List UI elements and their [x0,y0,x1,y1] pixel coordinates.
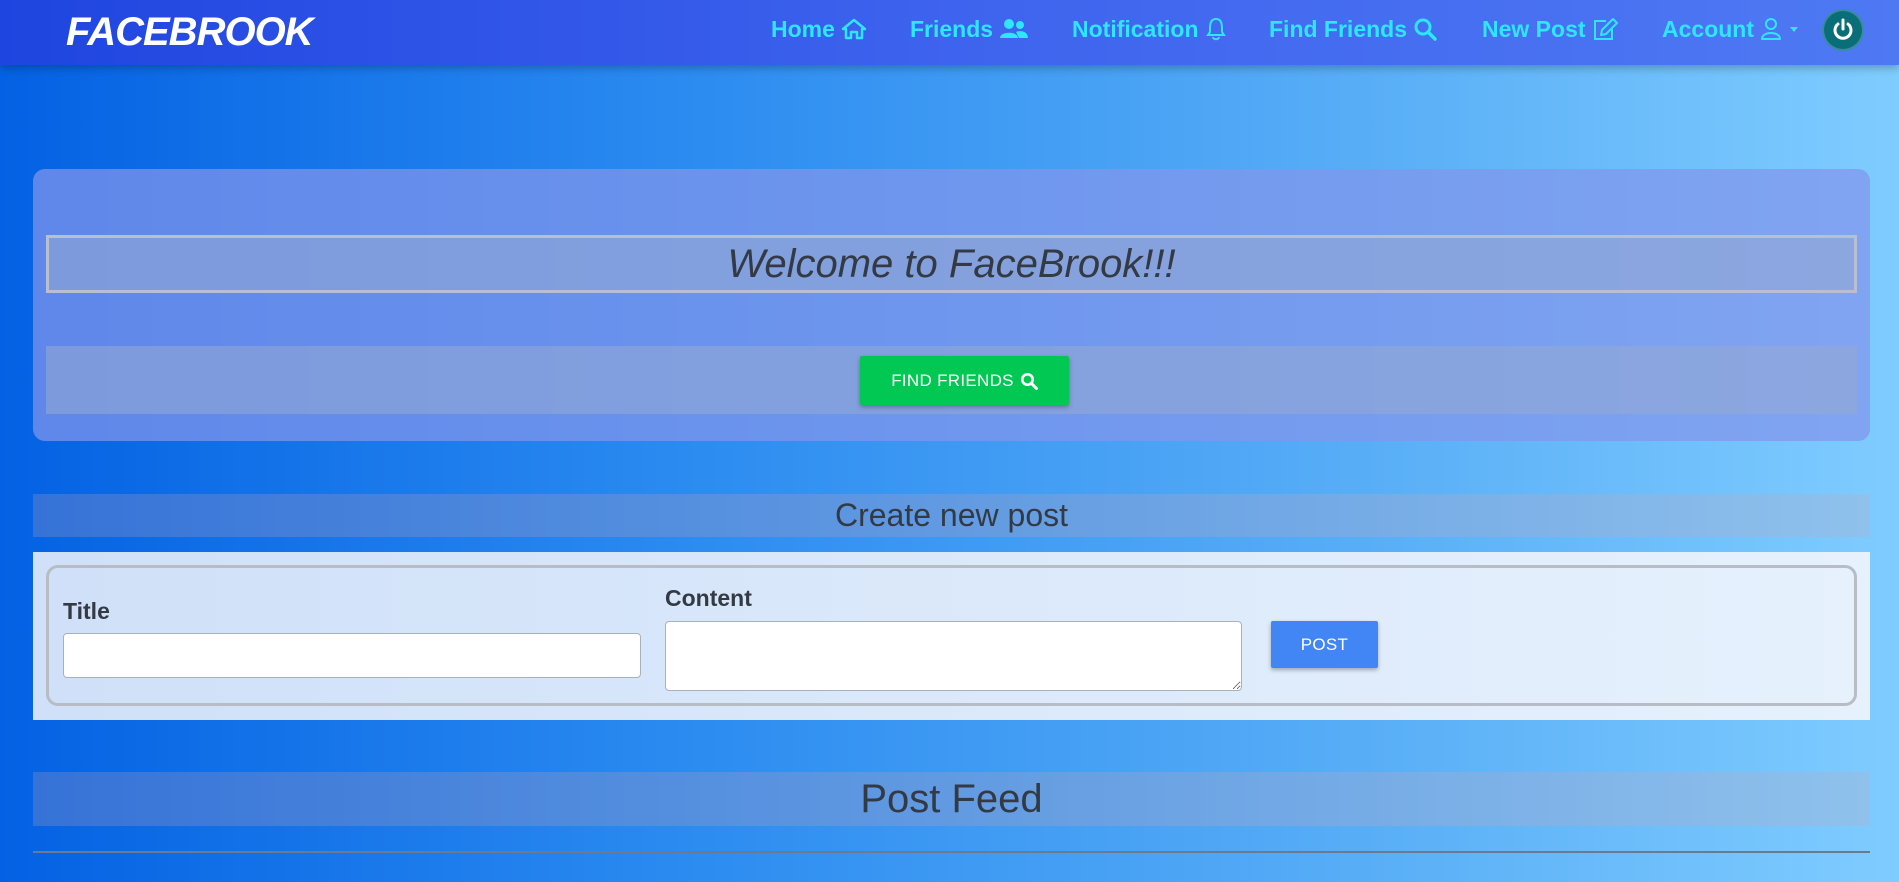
nav-new-post-label: New Post [1482,15,1586,42]
power-icon [1833,18,1853,40]
logout-button[interactable] [1824,11,1862,49]
edit-icon [1593,18,1618,40]
feed-divider [33,851,1870,853]
search-icon [1414,18,1437,41]
nav-notification-label: Notification [1072,15,1199,42]
nav-friends-label: Friends [910,15,994,42]
welcome-heading: Welcome to FaceBrook!!! [727,241,1176,286]
create-post-title: Create new post [834,497,1068,533]
top-navbar: FACEBROOK Home Friends Notification Find… [0,0,1899,65]
post-feed-header: Post Feed [33,772,1870,826]
nav-friends[interactable]: Friends [910,14,1029,44]
title-label: Title [63,598,110,624]
bell-icon [1205,17,1226,41]
search-icon [1020,372,1038,390]
create-post-form: Title Content POST [46,565,1857,706]
caret-down-icon [1790,27,1798,32]
find-friends-button-label: FIND FRIENDS [891,370,1014,390]
nav-home[interactable]: Home [771,14,867,44]
title-input[interactable] [63,633,641,678]
create-post-panel: Title Content POST [33,552,1870,720]
nav-account[interactable]: Account [1662,14,1800,44]
create-post-header: Create new post [33,494,1870,537]
post-button[interactable]: POST [1271,621,1378,668]
find-friends-button[interactable]: FIND FRIENDS [860,356,1069,405]
nav-menu: Home Friends Notification Find Friends N… [0,0,1899,58]
welcome-banner: Welcome to FaceBrook!!! [46,235,1857,293]
nav-find-friends[interactable]: Find Friends [1269,14,1437,44]
nav-account-label: Account [1662,15,1754,42]
find-friends-strip: FIND FRIENDS [46,346,1857,414]
content-label: Content [665,585,752,611]
nav-home-label: Home [771,15,835,42]
welcome-card: Welcome to FaceBrook!!! FIND FRIENDS [33,169,1870,441]
nav-new-post[interactable]: New Post [1482,14,1618,44]
user-icon [1761,18,1781,40]
content-textarea[interactable] [665,621,1242,691]
users-icon [1000,19,1029,38]
nav-find-friends-label: Find Friends [1269,15,1407,42]
nav-notification[interactable]: Notification [1072,14,1227,44]
post-feed-title: Post Feed [860,776,1043,821]
home-icon [841,18,867,40]
